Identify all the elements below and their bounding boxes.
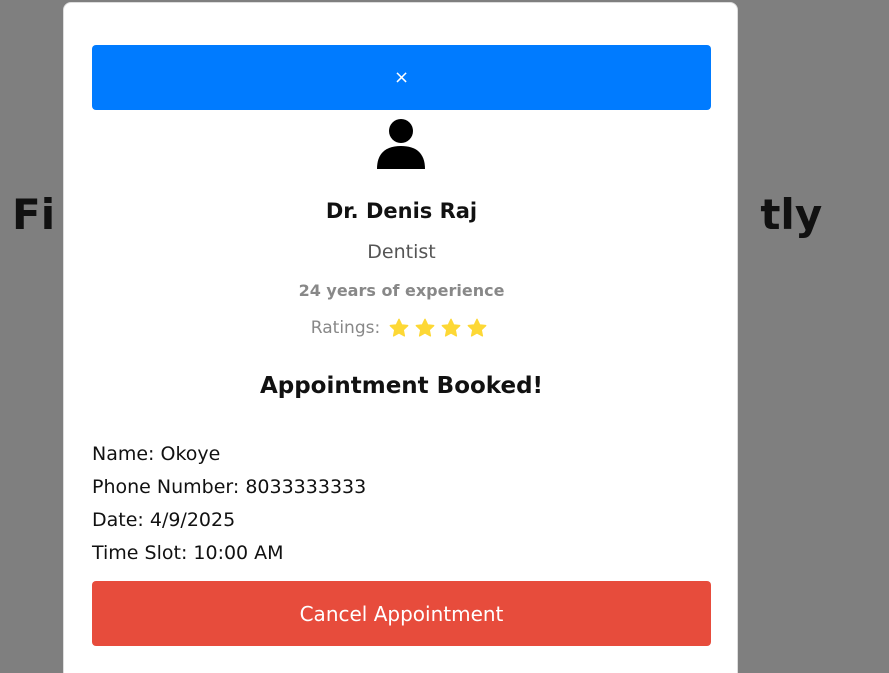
star-icon — [467, 318, 487, 337]
star-icon — [415, 318, 435, 337]
close-button[interactable]: × — [92, 45, 711, 110]
doctor-experience: 24 years of experience — [298, 281, 505, 300]
rating-stars — [388, 317, 492, 339]
detail-name: Name: Okoye — [92, 443, 221, 465]
appointment-modal: × Dr. Denis Raj Dentist 24 years of expe… — [63, 2, 738, 673]
star-icon — [389, 318, 409, 337]
doctor-specialty: Dentist — [367, 241, 436, 263]
cancel-appointment-button[interactable]: Cancel Appointment — [92, 581, 711, 646]
close-icon: × — [393, 67, 410, 88]
user-icon — [377, 119, 425, 169]
booking-confirmation-title: Appointment Booked! — [259, 373, 544, 399]
detail-phone: Phone Number: 8033333333 — [92, 476, 367, 498]
ratings-label: Ratings: — [310, 318, 381, 338]
doctor-ratings: Ratings: — [64, 317, 739, 339]
star-icon — [441, 318, 461, 337]
doctor-name: Dr. Denis Raj — [325, 199, 478, 223]
booking-details: Name: Okoye Phone Number: 8033333333 Dat… — [92, 439, 711, 571]
detail-date: Date: 4/9/2025 — [92, 509, 236, 531]
detail-time-slot: Time Slot: 10:00 AM — [92, 542, 284, 564]
